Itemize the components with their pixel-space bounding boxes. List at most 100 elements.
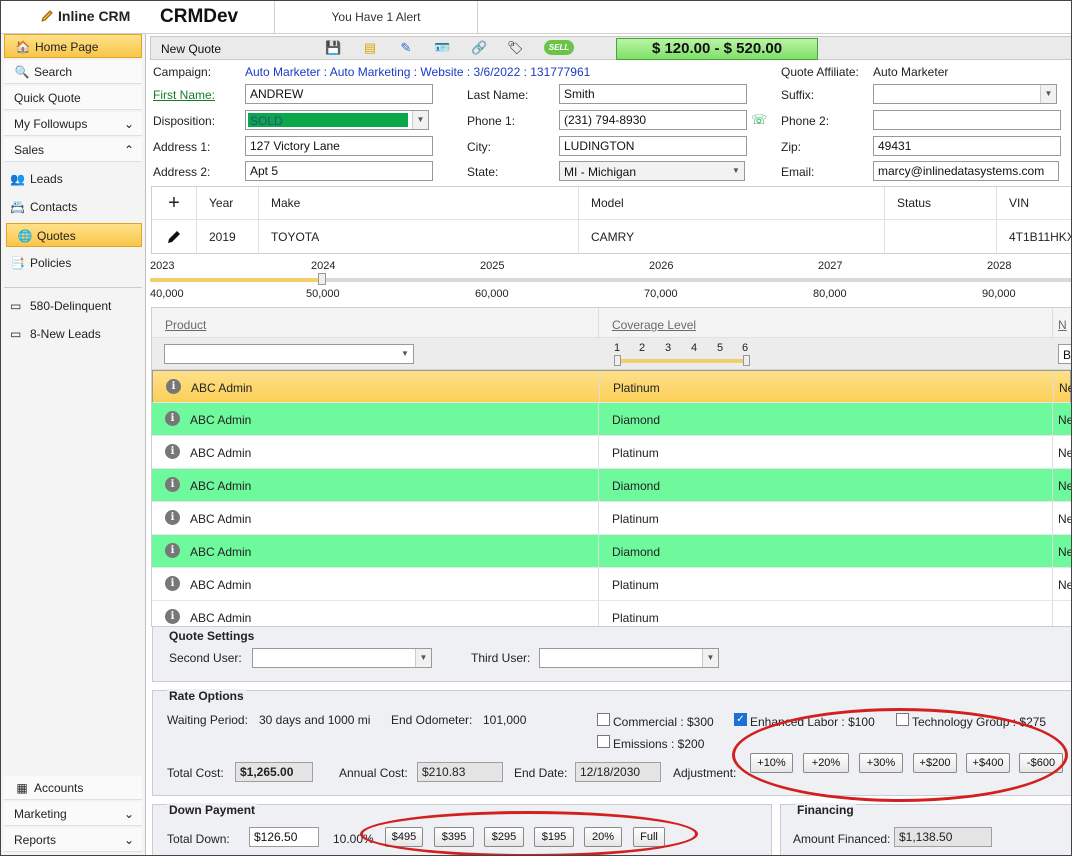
sidebar-item-contacts[interactable]: 📇 Contacts bbox=[10, 195, 142, 219]
tags-icon[interactable]: 🏷 bbox=[507, 40, 524, 56]
sidebar-item-8-new-leads[interactable]: ▭ 8-New Leads bbox=[10, 322, 142, 346]
down-495-button[interactable]: $495 bbox=[385, 827, 423, 847]
table-row[interactable]: 2019 TOYOTA CAMRY 4T1B11HKX bbox=[152, 220, 1072, 254]
table-row[interactable]: i ABC Admin Diamond Ne bbox=[152, 535, 1071, 568]
column-header-n[interactable]: N bbox=[1058, 318, 1067, 332]
info-icon[interactable]: i bbox=[165, 576, 180, 591]
info-icon[interactable]: i bbox=[165, 510, 180, 525]
sidebar-item-leads[interactable]: 👥 Leads bbox=[10, 167, 142, 191]
city-field[interactable]: LUDINGTON bbox=[559, 136, 747, 156]
technology-group-checkbox[interactable] bbox=[896, 713, 909, 726]
column-header-year[interactable]: Year bbox=[196, 187, 258, 219]
table-row[interactable]: i ABC Admin Platinum Ne bbox=[152, 436, 1071, 469]
edit-pencil-icon[interactable] bbox=[152, 220, 196, 254]
column-header-vin[interactable]: VIN bbox=[996, 187, 1072, 219]
quote-toolbar: New Quote 💾 ▤ ✎ 🪪 🔗 🏷 SELL $ 120.00 - $ … bbox=[150, 36, 1072, 60]
sell-button[interactable]: SELL bbox=[544, 40, 574, 55]
info-icon[interactable]: i bbox=[166, 379, 181, 394]
zip-field[interactable]: 49431 bbox=[873, 136, 1061, 156]
id-card-icon[interactable]: 🪪 bbox=[434, 40, 450, 56]
address2-field[interactable]: Apt 5 bbox=[245, 161, 433, 181]
disposition-select[interactable]: SOLD ▼ bbox=[245, 110, 429, 130]
last-name-field[interactable]: Smith bbox=[559, 84, 747, 104]
phone1-field[interactable]: (231) 794-8930 bbox=[559, 110, 747, 130]
column-header-status[interactable]: Status bbox=[884, 187, 996, 219]
table-row[interactable]: i ABC Admin Platinum Ne bbox=[152, 568, 1071, 601]
table-row[interactable]: i ABC Admin Platinum Ne bbox=[152, 502, 1071, 535]
coverage-level-range-slider[interactable]: 1 2 3 4 5 6 bbox=[614, 342, 754, 366]
alert-indicator[interactable]: You Have 1 Alert bbox=[274, 0, 478, 34]
phone-call-icon[interactable]: ☏ bbox=[751, 112, 767, 128]
coverage-min-thumb[interactable] bbox=[614, 355, 621, 366]
column-divider bbox=[1052, 535, 1053, 567]
adjust-plus-400-button[interactable]: +$400 bbox=[966, 753, 1010, 773]
adjust-plus-200-button[interactable]: +$200 bbox=[913, 753, 957, 773]
info-icon[interactable]: i bbox=[165, 609, 180, 624]
down-295-button[interactable]: $295 bbox=[484, 827, 524, 847]
info-icon[interactable]: i bbox=[165, 477, 180, 492]
coverage-max-thumb[interactable] bbox=[743, 355, 750, 366]
column-header-product[interactable]: Product bbox=[165, 318, 206, 332]
second-user-label: Second User: bbox=[169, 651, 242, 665]
info-icon[interactable]: i bbox=[165, 411, 180, 426]
column-header-model[interactable]: Model bbox=[578, 187, 884, 219]
total-down-field[interactable]: $126.50 bbox=[249, 827, 319, 847]
mileage-tick-label: 70,000 bbox=[644, 288, 678, 300]
note-icon[interactable]: ▤ bbox=[362, 40, 378, 56]
table-row[interactable]: i ABC Admin Diamond Ne bbox=[152, 403, 1071, 436]
down-195-button[interactable]: $195 bbox=[534, 827, 574, 847]
add-vehicle-icon[interactable]: + bbox=[152, 187, 196, 219]
product-filter-select[interactable]: ▼ bbox=[164, 344, 414, 364]
vehicle-status bbox=[884, 220, 996, 254]
link-icon[interactable]: 🔗 bbox=[471, 40, 487, 56]
emissions-checkbox[interactable] bbox=[597, 735, 610, 748]
email-field[interactable]: marcy@inlinedatasystems.com bbox=[873, 161, 1059, 181]
enhanced-labor-checkbox[interactable]: ✓ bbox=[734, 713, 747, 726]
app-logo[interactable]: Inline CRM bbox=[40, 8, 130, 24]
commercial-checkbox[interactable] bbox=[597, 713, 610, 726]
third-user-select[interactable]: ▼ bbox=[539, 648, 719, 668]
save-icon[interactable]: 💾 bbox=[325, 40, 341, 56]
sidebar-item-my-followups[interactable]: My Followups ⌄ bbox=[4, 112, 142, 136]
info-icon[interactable]: i bbox=[165, 543, 180, 558]
column-header-make[interactable]: Make bbox=[258, 187, 578, 219]
sidebar-item-home-page[interactable]: 🏠 Home Page bbox=[4, 34, 142, 58]
sidebar-item-quotes[interactable]: 🌐 Quotes bbox=[6, 223, 142, 247]
second-user-select[interactable]: ▼ bbox=[252, 648, 432, 668]
adjust-minus-600-button[interactable]: -$600 bbox=[1019, 753, 1063, 773]
adjust-plus-10-percent-button[interactable]: +10% bbox=[750, 753, 793, 773]
sidebar-item-search[interactable]: 🔍 Search bbox=[4, 60, 142, 84]
state-select[interactable]: MI - Michigan ▼ bbox=[559, 161, 745, 181]
down-20-percent-button[interactable]: 20% bbox=[584, 827, 622, 847]
quote-affiliate-value: Auto Marketer bbox=[873, 65, 949, 79]
table-row[interactable]: i ABC Admin Platinum bbox=[152, 601, 1071, 626]
adjust-plus-30-percent-button[interactable]: +30% bbox=[859, 753, 903, 773]
address1-field[interactable]: 127 Victory Lane bbox=[245, 136, 433, 156]
sidebar-item-policies[interactable]: 📑 Policies bbox=[10, 251, 142, 275]
sidebar-item-accounts[interactable]: ▦ Accounts bbox=[4, 776, 142, 800]
sidebar-item-580-delinquent[interactable]: ▭ 580-Delinquent bbox=[10, 294, 142, 318]
sidebar-item-sales[interactable]: Sales ⌃ bbox=[4, 138, 142, 162]
first-name-field[interactable]: ANDREW bbox=[245, 84, 433, 104]
down-full-button[interactable]: Full bbox=[633, 827, 665, 847]
product-grid-header: Product Coverage Level N bbox=[152, 308, 1071, 338]
timeline-fill bbox=[150, 278, 322, 282]
column-divider bbox=[598, 403, 599, 435]
suffix-select[interactable]: ▼ bbox=[873, 84, 1057, 104]
first-name-label[interactable]: First Name: bbox=[153, 88, 215, 102]
table-row[interactable]: i ABC Admin Platinum Ne bbox=[152, 370, 1071, 403]
column-header-coverage-level[interactable]: Coverage Level bbox=[612, 318, 696, 332]
info-icon[interactable]: i bbox=[165, 444, 180, 459]
sidebar-item-marketing[interactable]: Marketing ⌄ bbox=[4, 802, 142, 826]
sidebar-item-reports[interactable]: Reports ⌄ bbox=[4, 828, 142, 852]
down-395-button[interactable]: $395 bbox=[434, 827, 474, 847]
table-row[interactable]: i ABC Admin Diamond Ne bbox=[152, 469, 1071, 502]
edit-document-icon[interactable]: ✎ bbox=[398, 40, 414, 56]
phone2-field[interactable] bbox=[873, 110, 1061, 130]
term-timeline-slider[interactable]: 2023 2024 2025 2026 2027 2028 40,000 50,… bbox=[150, 258, 1072, 304]
timeline-thumb[interactable] bbox=[318, 273, 326, 285]
sidebar-item-quick-quote[interactable]: Quick Quote bbox=[4, 86, 142, 110]
mileage-tick-label: 50,000 bbox=[306, 288, 340, 300]
adjust-plus-20-percent-button[interactable]: +20% bbox=[803, 753, 849, 773]
third-column-filter[interactable]: B bbox=[1058, 344, 1071, 364]
